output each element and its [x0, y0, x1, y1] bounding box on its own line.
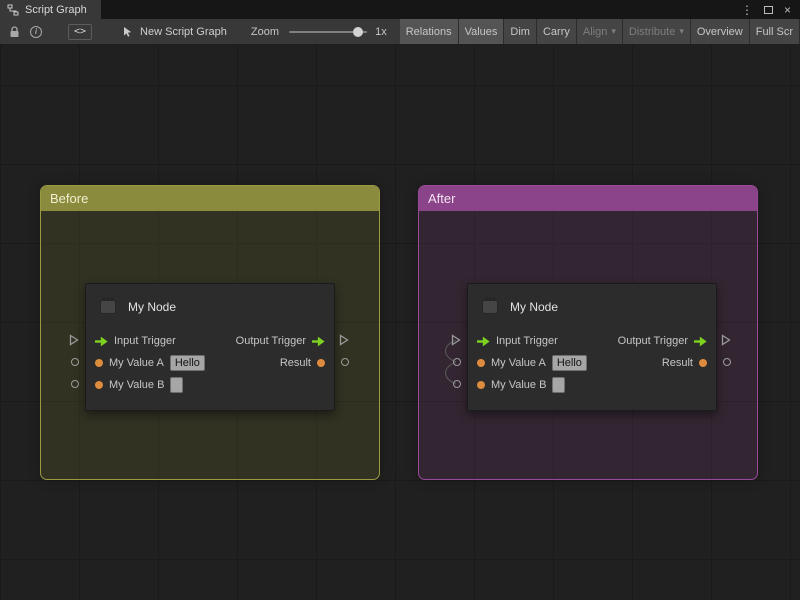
- group-after-title: After: [428, 191, 455, 206]
- external-value-port-left-1[interactable]: [71, 358, 79, 366]
- dim-button[interactable]: Dim: [504, 19, 537, 44]
- external-value-port-left-2[interactable]: [71, 380, 79, 388]
- value-b-port-icon[interactable]: [95, 381, 103, 389]
- result-label: Result: [662, 357, 693, 369]
- distribute-dropdown: Distribute ▾: [623, 19, 691, 44]
- value-a-input[interactable]: Hello: [552, 355, 587, 371]
- node-title: My Node: [510, 300, 558, 314]
- graph-pointer-icon: [122, 26, 133, 37]
- tab-bar: Script Graph ⋮ ×: [0, 0, 800, 19]
- node-my-node-before[interactable]: My Node Input Trigger Output Trigger My …: [85, 283, 335, 411]
- external-trigger-port-right[interactable]: [721, 334, 731, 346]
- fullscreen-button[interactable]: Full Scr: [750, 19, 800, 44]
- value-b-row: My Value B: [468, 374, 716, 396]
- group-after-header[interactable]: After: [419, 186, 757, 211]
- tab-script-graph[interactable]: Script Graph: [0, 0, 101, 19]
- script-graph-icon: [7, 4, 19, 16]
- value-b-port-icon[interactable]: [477, 381, 485, 389]
- lock-icon[interactable]: [9, 26, 20, 38]
- external-value-port-right[interactable]: [341, 358, 349, 366]
- align-dropdown: Align ▾: [577, 19, 623, 44]
- group-before-header[interactable]: Before: [41, 186, 379, 211]
- external-value-port-left-1[interactable]: [453, 358, 461, 366]
- input-trigger-label: Input Trigger: [114, 335, 176, 347]
- trigger-row: Input Trigger Output Trigger: [468, 330, 716, 352]
- result-port-icon[interactable]: [699, 359, 707, 367]
- info-icon[interactable]: i: [30, 26, 42, 38]
- input-trigger-port-icon[interactable]: [95, 336, 108, 347]
- trigger-row: Input Trigger Output Trigger: [86, 330, 334, 352]
- value-b-label: My Value B: [109, 379, 164, 391]
- carry-button[interactable]: Carry: [537, 19, 577, 44]
- relations-button[interactable]: Relations: [400, 19, 459, 44]
- value-a-label: My Value A: [491, 357, 546, 369]
- value-b-label: My Value B: [491, 379, 546, 391]
- values-button[interactable]: Values: [459, 19, 505, 44]
- external-value-port-right[interactable]: [723, 358, 731, 366]
- value-a-port-icon[interactable]: [477, 359, 485, 367]
- value-b-input[interactable]: [170, 377, 183, 393]
- output-trigger-label: Output Trigger: [236, 335, 306, 347]
- output-trigger-label: Output Trigger: [618, 335, 688, 347]
- graph-title: New Script Graph: [140, 26, 227, 38]
- node-header[interactable]: My Node: [468, 284, 716, 330]
- tab-title: Script Graph: [25, 4, 87, 16]
- input-trigger-label: Input Trigger: [496, 335, 558, 347]
- external-trigger-port-left[interactable]: [69, 334, 79, 346]
- output-trigger-port-icon[interactable]: [694, 336, 707, 347]
- node-icon: [479, 295, 501, 320]
- node-icon: [97, 295, 119, 320]
- window-controls: ⋮ ×: [732, 0, 800, 19]
- value-a-input[interactable]: Hello: [170, 355, 205, 371]
- node-title: My Node: [128, 300, 176, 314]
- unity-script-graph-window: { "tab": { "title": "Script Graph" }, "w…: [0, 0, 800, 600]
- zoom-label: Zoom: [251, 26, 279, 38]
- external-value-port-left-2[interactable]: [453, 380, 461, 388]
- graph-toolbar: i <> New Script Graph Zoom 1x Relations …: [0, 19, 800, 45]
- toolbar-buttons: Relations Values Dim Carry Align ▾ Distr…: [400, 19, 800, 44]
- node-my-node-after[interactable]: My Node Input Trigger Output Trigger My …: [467, 283, 717, 411]
- input-trigger-port-icon[interactable]: [477, 336, 490, 347]
- chevron-down-icon: ▾: [611, 26, 616, 37]
- value-a-row: My Value A Hello Result: [86, 352, 334, 374]
- overview-button[interactable]: Overview: [691, 19, 750, 44]
- zoom-value: 1x: [375, 26, 387, 38]
- value-b-row: My Value B: [86, 374, 334, 396]
- close-icon[interactable]: ×: [784, 4, 791, 16]
- external-trigger-port-left[interactable]: [451, 334, 461, 346]
- menu-kebab-icon[interactable]: ⋮: [741, 4, 753, 16]
- result-label: Result: [280, 357, 311, 369]
- zoom-slider[interactable]: [289, 31, 367, 33]
- node-header[interactable]: My Node: [86, 284, 334, 330]
- chevron-down-icon: ▾: [679, 26, 684, 37]
- result-port-icon[interactable]: [317, 359, 325, 367]
- external-trigger-port-right[interactable]: [339, 334, 349, 346]
- output-trigger-port-icon[interactable]: [312, 336, 325, 347]
- edit-source-button[interactable]: <>: [68, 24, 92, 40]
- group-before-title: Before: [50, 191, 88, 206]
- value-a-row: My Value A Hello Result: [468, 352, 716, 374]
- value-a-port-icon[interactable]: [95, 359, 103, 367]
- value-b-input[interactable]: [552, 377, 565, 393]
- zoom-slider-handle[interactable]: [353, 27, 363, 37]
- maximize-icon[interactable]: [764, 6, 773, 14]
- value-a-label: My Value A: [109, 357, 164, 369]
